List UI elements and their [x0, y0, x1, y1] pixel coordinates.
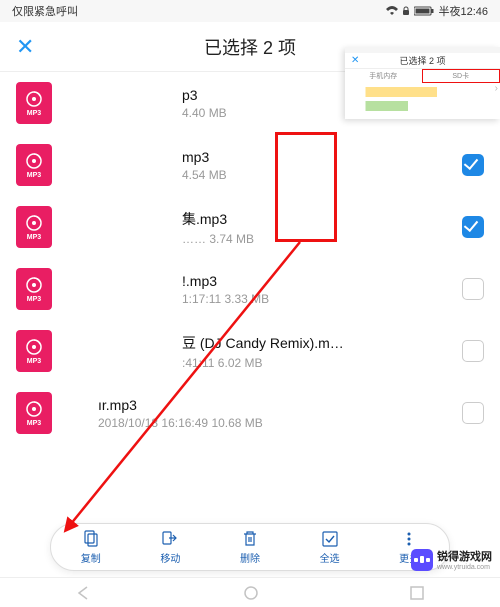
wifi-icon: [386, 6, 398, 16]
watermark-name: 锐得游戏网: [437, 548, 492, 564]
status-left-text: 仅限紧急呼叫: [12, 3, 386, 19]
file-name: !.mp3: [182, 273, 452, 289]
checkbox[interactable]: [462, 154, 484, 176]
move-button[interactable]: 移动: [145, 530, 195, 565]
more-icon: [400, 530, 418, 548]
pip-title: 已选择 2 项: [351, 54, 494, 67]
watermark-url: www.ytruida.com: [437, 564, 492, 571]
mp3-icon: MP3: [16, 144, 52, 186]
file-info: 集.mp3 …… 3.74 MB: [82, 209, 452, 246]
pip-tab-phone: 手机内存: [345, 69, 422, 83]
chevron-right-icon: ›: [495, 83, 498, 94]
status-time: 半夜12:46: [438, 3, 488, 19]
copy-button[interactable]: 复制: [66, 530, 116, 565]
checkbox[interactable]: [462, 278, 484, 300]
move-icon: [161, 530, 179, 548]
file-name: ır.mp3: [98, 397, 452, 413]
list-item[interactable]: MP3 豆 (DJ Candy Remix).m… :41:11 6.02 MB: [0, 320, 500, 382]
delete-button[interactable]: 删除: [225, 530, 275, 565]
file-meta: :41:11 6.02 MB: [182, 356, 452, 370]
file-info: ır.mp3 2018/10/18 16:16:49 10.68 MB: [82, 397, 452, 430]
status-bar: 仅限紧急呼叫 半夜12:46: [0, 0, 500, 22]
file-info: 豆 (DJ Candy Remix).m… :41:11 6.02 MB: [82, 333, 452, 370]
watermark-icon: [411, 549, 433, 571]
file-name: 豆 (DJ Candy Remix).m…: [182, 333, 452, 353]
file-meta: …… 3.74 MB: [182, 232, 452, 246]
checkbox[interactable]: [462, 340, 484, 362]
pip-overlay: ✕ 已选择 2 项 手机内存 SD卡 ›: [345, 47, 500, 119]
back-icon[interactable]: [75, 586, 93, 600]
trash-icon: [241, 530, 259, 548]
pip-tab-sdcard: SD卡: [422, 69, 500, 83]
lock-icon: [402, 6, 410, 16]
file-meta: 1:17:11 3.33 MB: [182, 292, 452, 306]
battery-icon: [414, 6, 434, 16]
mp3-icon: MP3: [16, 206, 52, 248]
copy-icon: [82, 530, 100, 548]
file-name: mp3: [182, 149, 452, 165]
action-bar: 复制 移动 删除 全选 更多: [50, 523, 450, 571]
file-name: 集.mp3: [182, 209, 452, 229]
checkbox[interactable]: [462, 216, 484, 238]
system-nav: [0, 577, 500, 607]
file-info: mp3 4.54 MB: [82, 149, 452, 182]
checkbox[interactable]: [462, 402, 484, 424]
file-meta: 2018/10/18 16:16:49 10.68 MB: [98, 416, 452, 430]
watermark: 锐得游戏网 www.ytruida.com: [411, 548, 492, 571]
recent-icon[interactable]: [409, 585, 425, 601]
status-right: 半夜12:46: [386, 3, 488, 19]
home-icon[interactable]: [243, 585, 259, 601]
list-item[interactable]: MP3 集.mp3 …… 3.74 MB: [0, 196, 500, 258]
mp3-icon: MP3: [16, 330, 52, 372]
mp3-icon: MP3: [16, 268, 52, 310]
list-item[interactable]: MP3 mp3 4.54 MB: [0, 134, 500, 196]
file-list: MP3 p3 4.40 MB MP3 mp3 4.54 MB MP3 集.mp3…: [0, 72, 500, 444]
file-meta: 4.54 MB: [182, 168, 452, 182]
list-item[interactable]: MP3 !.mp3 1:17:11 3.33 MB: [0, 258, 500, 320]
file-info: !.mp3 1:17:11 3.33 MB: [82, 273, 452, 306]
mp3-icon: MP3: [16, 392, 52, 434]
select-all-button[interactable]: 全选: [305, 530, 355, 565]
mp3-icon: MP3: [16, 82, 52, 124]
select-all-icon: [321, 530, 339, 548]
list-item[interactable]: MP3 ır.mp3 2018/10/18 16:16:49 10.68 MB: [0, 382, 500, 444]
